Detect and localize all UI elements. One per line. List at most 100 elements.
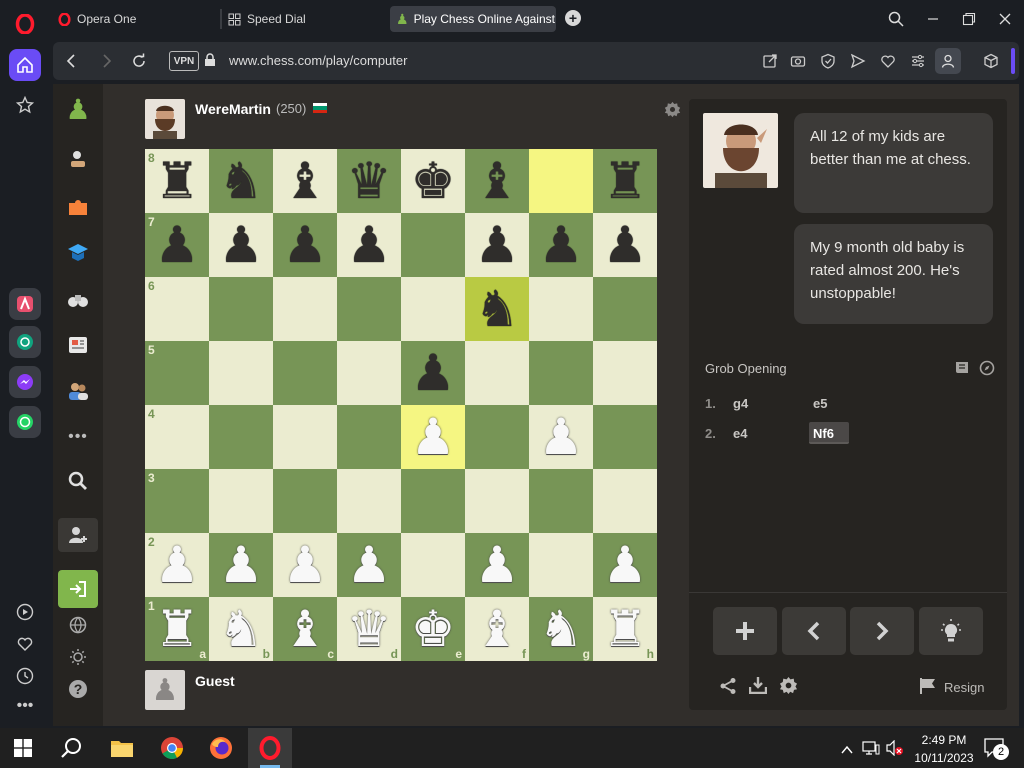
white-pawn-icon[interactable]: ♟ xyxy=(155,540,200,590)
white-knight-icon[interactable]: ♞ xyxy=(219,604,264,654)
opera-logo-icon[interactable] xyxy=(9,8,41,40)
square-a1[interactable]: ♜ 1 a xyxy=(145,597,209,661)
player-icon[interactable] xyxy=(9,596,41,628)
learn-icon[interactable] xyxy=(65,240,91,266)
square-b4[interactable] xyxy=(209,405,273,469)
black-pawn-icon[interactable]: ♟ xyxy=(603,220,648,270)
square-b3[interactable] xyxy=(209,469,273,533)
bookmarks-star-icon[interactable] xyxy=(9,89,41,121)
sign-up-icon[interactable] xyxy=(58,518,98,552)
previous-move-button[interactable] xyxy=(782,607,846,655)
square-g4[interactable]: ♟ xyxy=(529,405,593,469)
profile-icon[interactable] xyxy=(935,48,961,74)
news-icon[interactable] xyxy=(65,332,91,358)
favorite-heart-icon[interactable] xyxy=(880,53,896,74)
search-tabs-icon[interactable] xyxy=(888,6,904,32)
chess-search-icon[interactable] xyxy=(65,468,91,494)
white-rook-icon[interactable]: ♜ xyxy=(603,604,648,654)
heart-icon[interactable] xyxy=(9,628,41,660)
windows-start-icon[interactable] xyxy=(14,739,32,762)
tray-chevron-up-icon[interactable] xyxy=(841,742,853,760)
volume-muted-icon[interactable] xyxy=(886,739,904,761)
opening-book-icon[interactable] xyxy=(954,361,970,380)
square-d3[interactable] xyxy=(337,469,401,533)
game-settings-gear-icon[interactable] xyxy=(779,676,798,700)
opera-taskbar-button[interactable] xyxy=(248,728,292,768)
aria-icon[interactable] xyxy=(9,288,41,320)
share-page-icon[interactable] xyxy=(762,53,778,74)
white-pawn-icon[interactable]: ♟ xyxy=(283,540,328,590)
opponent-avatar[interactable] xyxy=(145,99,185,139)
close-window-icon[interactable] xyxy=(998,6,1012,32)
black-pawn-icon[interactable]: ♟ xyxy=(475,220,520,270)
restore-icon[interactable] xyxy=(962,6,976,32)
white-rook-icon[interactable]: ♜ xyxy=(155,604,200,654)
clock-date[interactable]: 10/11/2023 xyxy=(905,751,983,765)
black-bishop-icon[interactable]: ♝ xyxy=(283,156,328,206)
taskbar-search-icon[interactable] xyxy=(61,737,83,764)
black-pawn-icon[interactable]: ♟ xyxy=(155,220,200,270)
hint-lightbulb-button[interactable] xyxy=(919,607,983,655)
url-input[interactable]: www.chess.com/play/computer xyxy=(229,53,407,68)
square-c7[interactable]: ♟ xyxy=(273,213,337,277)
download-icon[interactable] xyxy=(748,676,768,699)
square-a6[interactable]: 6 xyxy=(145,277,209,341)
square-h3[interactable] xyxy=(593,469,657,533)
send-icon[interactable] xyxy=(850,53,866,74)
move-white[interactable]: g4 xyxy=(733,396,748,411)
square-e7[interactable] xyxy=(401,213,465,277)
square-d8[interactable]: ♛ xyxy=(337,149,401,213)
square-c8[interactable]: ♝ xyxy=(273,149,337,213)
square-a3[interactable]: 3 xyxy=(145,469,209,533)
square-a7[interactable]: ♟ 7 xyxy=(145,213,209,277)
black-pawn-icon[interactable]: ♟ xyxy=(219,220,264,270)
square-d6[interactable] xyxy=(337,277,401,341)
black-king-icon[interactable]: ♚ xyxy=(411,156,456,206)
square-b2[interactable]: ♟ xyxy=(209,533,273,597)
next-move-button[interactable] xyxy=(850,607,914,655)
chatgpt-icon[interactable] xyxy=(9,326,41,358)
more-dots-icon[interactable]: ••• xyxy=(65,424,91,450)
white-pawn-icon[interactable]: ♟ xyxy=(347,540,392,590)
opening-name[interactable]: Grob Opening xyxy=(705,361,787,376)
reload-icon[interactable] xyxy=(131,53,147,74)
square-f7[interactable]: ♟ xyxy=(465,213,529,277)
messenger-icon[interactable] xyxy=(9,366,41,398)
square-f5[interactable] xyxy=(465,341,529,405)
square-e6[interactable] xyxy=(401,277,465,341)
square-d2[interactable]: ♟ xyxy=(337,533,401,597)
square-d1[interactable]: ♛ d xyxy=(337,597,401,661)
square-e3[interactable] xyxy=(401,469,465,533)
white-pawn-icon[interactable]: ♟ xyxy=(411,412,456,462)
square-f8[interactable]: ♝ xyxy=(465,149,529,213)
black-pawn-icon[interactable]: ♟ xyxy=(411,348,456,398)
square-f3[interactable] xyxy=(465,469,529,533)
log-in-icon[interactable] xyxy=(58,570,98,608)
square-g3[interactable] xyxy=(529,469,593,533)
language-globe-icon[interactable] xyxy=(65,612,91,638)
resign-flag-icon[interactable] xyxy=(919,677,937,700)
white-king-icon[interactable]: ♚ xyxy=(411,604,456,654)
square-a8[interactable]: ♜ 8 xyxy=(145,149,209,213)
square-c6[interactable] xyxy=(273,277,337,341)
explorer-compass-icon[interactable] xyxy=(979,360,995,381)
square-e2[interactable] xyxy=(401,533,465,597)
white-pawn-icon[interactable]: ♟ xyxy=(475,540,520,590)
forward-icon[interactable] xyxy=(99,53,113,74)
square-b7[interactable]: ♟ xyxy=(209,213,273,277)
new-game-plus-button[interactable] xyxy=(713,607,777,655)
white-bishop-icon[interactable]: ♝ xyxy=(283,604,328,654)
board-settings-gear-icon[interactable] xyxy=(664,101,681,123)
minimize-icon[interactable] xyxy=(926,6,940,32)
black-knight-icon[interactable]: ♞ xyxy=(219,156,264,206)
white-bishop-icon[interactable]: ♝ xyxy=(475,604,520,654)
vpn-badge[interactable]: VPN xyxy=(169,51,199,71)
share-icon[interactable] xyxy=(719,677,737,700)
move-white[interactable]: e4 xyxy=(733,426,747,441)
square-d7[interactable]: ♟ xyxy=(337,213,401,277)
square-b5[interactable] xyxy=(209,341,273,405)
help-icon[interactable]: ? xyxy=(65,676,91,702)
resign-button[interactable]: Resign xyxy=(944,680,984,695)
black-knight-icon[interactable]: ♞ xyxy=(475,284,520,334)
square-h1[interactable]: ♜ h xyxy=(593,597,657,661)
